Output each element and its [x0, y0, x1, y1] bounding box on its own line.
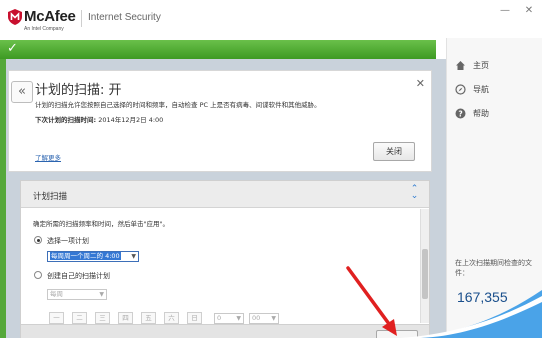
chevron-down-icon: ▼ — [236, 315, 241, 322]
day-toggle-sun[interactable]: 日 — [187, 312, 202, 324]
preset-schedule-select[interactable]: 每周周一个周二的 4:00 ▼ — [47, 251, 139, 262]
minute-value: 00 — [252, 314, 261, 322]
next-scan-info: 下次计划的扫描时间: 2014年12月2日 4:00 — [35, 114, 163, 124]
panel-title: 计划的扫描: 开 — [35, 83, 122, 98]
brand-name: McAfee — [24, 8, 76, 25]
back-button[interactable]: « — [11, 81, 33, 103]
minimize-button[interactable]: — — [498, 6, 512, 16]
help-icon: ? — [455, 108, 466, 119]
minute-select[interactable]: 00 ▼ — [249, 313, 279, 324]
frequency-select[interactable]: 每周 ▼ — [47, 289, 107, 300]
title-bar: McAfee An Intel Company Internet Securit… — [0, 0, 542, 38]
app-title: Internet Security — [88, 12, 161, 23]
frequency-value: 每周 — [50, 290, 63, 298]
preset-schedule-value: 每周周一个周二的 4:00 — [50, 252, 121, 260]
close-icon[interactable]: ✕ — [416, 77, 425, 90]
status-edge-strip — [0, 59, 6, 338]
last-scan-label: 在上次扫描期间检查的文件： — [455, 259, 532, 277]
schedule-instruction: 确定所需的扫描频率和时间，然后单击"应用"。 — [33, 220, 169, 228]
next-scan-value: 2014年12月2日 4:00 — [98, 116, 164, 124]
next-scan-label: 下次计划的扫描时间: — [35, 116, 97, 124]
panel-description: 计划的扫描允许您按照自己选择的时间和频率，自动检查 PC 上是否有病毒、间谍软件… — [35, 101, 321, 109]
sidebar-item-home[interactable]: 主页 — [455, 58, 489, 72]
sidebar-item-help[interactable]: ? 帮助 — [455, 106, 489, 120]
day-toggle-tue[interactable]: 二 — [72, 312, 87, 324]
chevron-down-icon: ▼ — [131, 253, 136, 260]
close-button[interactable]: 关闭 — [373, 142, 415, 161]
preset-schedule-radio[interactable] — [34, 236, 42, 244]
day-toggle-sat[interactable]: 六 — [164, 312, 179, 324]
learn-more-link[interactable]: 了解更多 — [35, 152, 61, 162]
sidebar-item-label: 帮助 — [473, 108, 489, 118]
schedule-section-title: 计划扫描 — [33, 192, 68, 202]
home-icon — [455, 60, 466, 71]
sidebar-item-label: 导航 — [473, 84, 489, 94]
corner-decoration — [400, 290, 542, 338]
sidebar-item-navigation[interactable]: 导航 — [455, 82, 489, 96]
protection-status-bar[interactable]: ✓ — [0, 40, 436, 59]
brand-tagline: An Intel Company — [24, 26, 64, 32]
preset-schedule-label: 选择一项计划 — [47, 237, 89, 245]
day-toggle-mon[interactable]: 一 — [49, 312, 64, 324]
compass-icon — [455, 83, 466, 95]
mcafee-logo: McAfee An Intel Company — [8, 7, 80, 33]
close-window-button[interactable]: ✕ — [522, 6, 536, 16]
title-divider — [81, 10, 82, 27]
custom-schedule-label: 创建自己的扫描计划 — [47, 272, 110, 280]
collapse-chevron-icon[interactable]: ⌃ ⌄ — [407, 185, 422, 201]
day-toggle-thu[interactable]: 四 — [118, 312, 133, 324]
day-toggle-fri[interactable]: 五 — [141, 312, 156, 324]
sidebar-item-label: 主页 — [473, 60, 489, 70]
custom-schedule-radio[interactable] — [34, 271, 42, 279]
chevron-down-icon: ▼ — [271, 315, 276, 322]
hour-value: 0 — [217, 314, 222, 322]
hour-select[interactable]: 0 ▼ — [214, 313, 244, 324]
scheduled-scan-panel: « 计划的扫描: 开 ✕ 计划的扫描允许您按照自己选择的时间和频率，自动检查 P… — [8, 70, 432, 172]
check-icon: ✓ — [7, 41, 18, 56]
schedule-section-header[interactable]: 计划扫描 ⌃ ⌄ — [21, 181, 429, 208]
shield-logo-icon — [8, 9, 22, 25]
chevron-down-icon: ▼ — [99, 291, 104, 298]
svg-text:?: ? — [458, 109, 462, 118]
day-toggle-wed[interactable]: 三 — [95, 312, 110, 324]
